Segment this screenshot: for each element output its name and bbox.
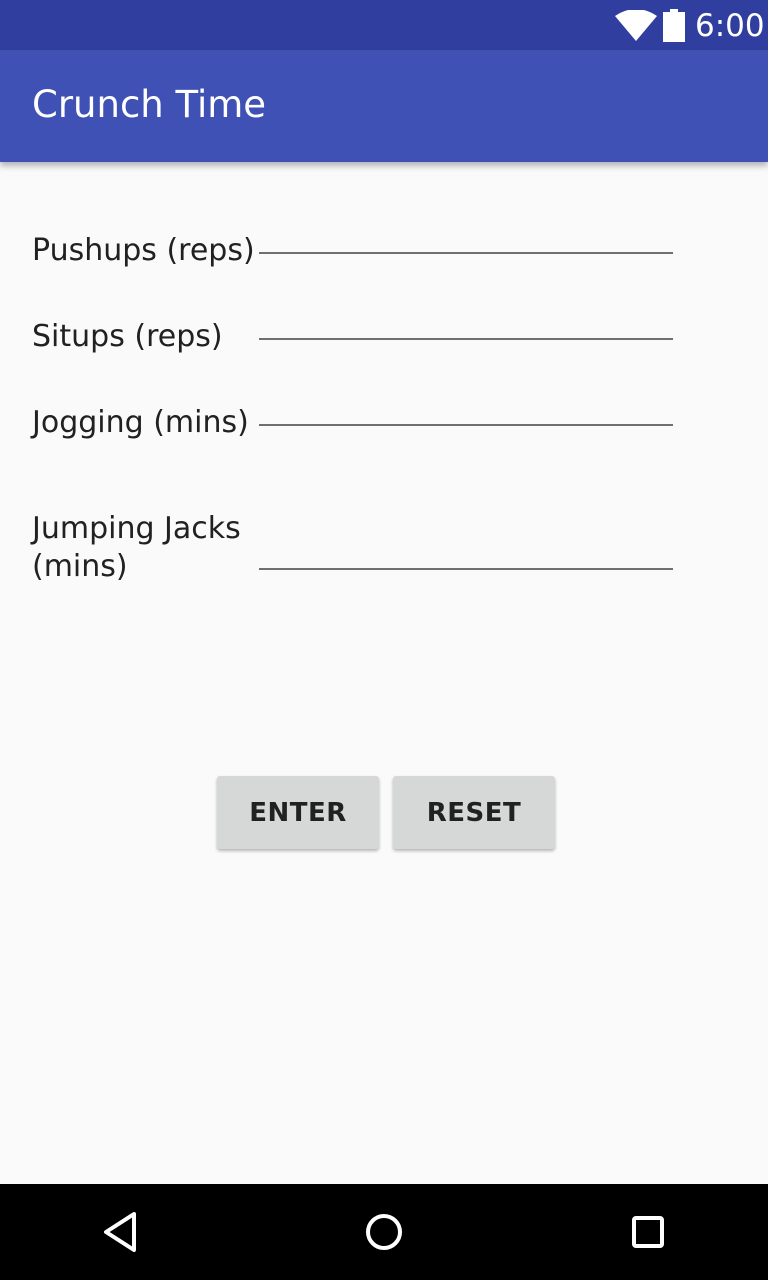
situps-label: Situps (reps) [32,319,223,354]
back-icon[interactable] [96,1208,144,1256]
jogging-input[interactable] [259,382,673,426]
jumping-jacks-input[interactable] [259,526,673,570]
jogging-label: Jogging (mins) [32,405,249,440]
pushups-input[interactable] [259,210,673,254]
app-bar: Crunch Time [0,50,768,162]
wifi-icon [615,10,657,41]
screen: 6:00 Crunch Time Pushups (reps) Situps (… [0,0,768,1280]
app-title: Crunch Time [32,83,267,126]
status-bar: 6:00 [0,0,768,50]
enter-button[interactable]: ENTER [217,776,379,849]
home-icon[interactable] [360,1208,408,1256]
reset-button[interactable]: RESET [393,776,555,849]
situps-input[interactable] [259,296,673,340]
navigation-bar [0,1184,768,1280]
jumping-jacks-label: Jumping Jacks (mins) [32,511,241,584]
battery-icon [663,9,685,42]
status-time: 6:00 [695,8,765,44]
recents-icon[interactable] [624,1208,672,1256]
pushups-label: Pushups (reps) [32,233,255,268]
